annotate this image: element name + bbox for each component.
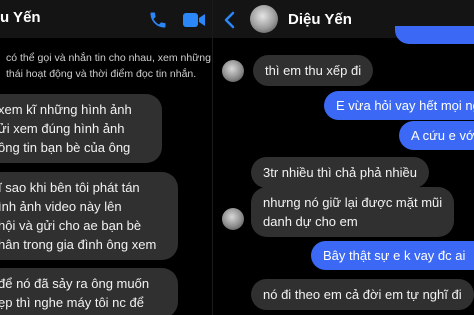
incoming-message[interactable]: để nó đã sảy ra ông muốn ẹp thì nghe máy… <box>0 268 178 315</box>
message-line: ẹp thì nghe máy tôi nc để <box>0 295 144 310</box>
message-line: ửi xem đúng hình ảnh <box>0 121 125 136</box>
contact-avatar[interactable] <box>250 5 278 33</box>
message-line: ình ảnh video này lên <box>0 199 122 214</box>
incoming-message[interactable]: nhưng nó giữ lại được mặt mũi danh dự ch… <box>251 187 455 237</box>
notice-line: có thể gọi và nhắn tin cho nhau, xem nhữ… <box>6 52 211 64</box>
left-chat-panel: u Yến có thể gọi và nhắn tin cho nhau, x… <box>0 0 212 315</box>
incoming-message[interactable]: 3tr nhiều thì chả phả nhiều <box>251 157 429 188</box>
message-line: hân trong gia đình ông xem <box>0 237 157 252</box>
incoming-message[interactable]: thì em thu xếp đi <box>253 55 374 86</box>
message-line: nhưng nó giữ lại được mặt mũi <box>263 195 443 210</box>
message-line: xem kĩ những hình ảnh <box>0 102 132 117</box>
contact-avatar <box>222 208 244 230</box>
incoming-message[interactable]: xem kĩ những hình ảnh ửi xem đúng hình ả… <box>0 94 162 163</box>
outgoing-message-partial[interactable] <box>395 26 474 44</box>
phone-icon[interactable] <box>148 10 168 30</box>
message-line: hội và gửi cho ae bạn bè <box>0 218 142 233</box>
video-camera-icon[interactable] <box>182 11 206 29</box>
outgoing-message[interactable]: E vừa hỏi vay hết mọi ng <box>324 91 474 120</box>
message-line: ĩ sao khi bên tôi phát tán <box>0 180 140 195</box>
incoming-message[interactable]: ĩ sao khi bên tôi phát tán ình ảnh video… <box>0 172 178 260</box>
contact-avatar <box>222 60 244 82</box>
right-chat-panel: Diệu Yến thì em thu xếp đi E vừa hỏi vay… <box>212 0 474 315</box>
incoming-message[interactable]: nó đi theo em cả đời em tự nghĩ đi <box>251 279 474 310</box>
privacy-notice: có thể gọi và nhắn tin cho nhau, xem nhữ… <box>6 50 212 82</box>
outgoing-message[interactable]: Bây thật sự e k vay đc ai <box>311 241 474 270</box>
message-line: danh dự cho em <box>263 214 358 229</box>
contact-name[interactable]: Diệu Yến <box>288 11 352 28</box>
contact-name[interactable]: u Yến <box>0 9 41 26</box>
left-chat-header: u Yến <box>0 0 212 38</box>
message-line: ông tin bạn bè của ông <box>0 140 131 155</box>
notice-line: thái hoạt động và thời điểm đọc tin nhắn… <box>6 68 197 80</box>
chevron-left-icon[interactable] <box>223 11 235 29</box>
outgoing-message[interactable]: A cứu e với <box>399 121 474 150</box>
message-line: để nó đã sảy ra ông muốn <box>0 276 150 291</box>
